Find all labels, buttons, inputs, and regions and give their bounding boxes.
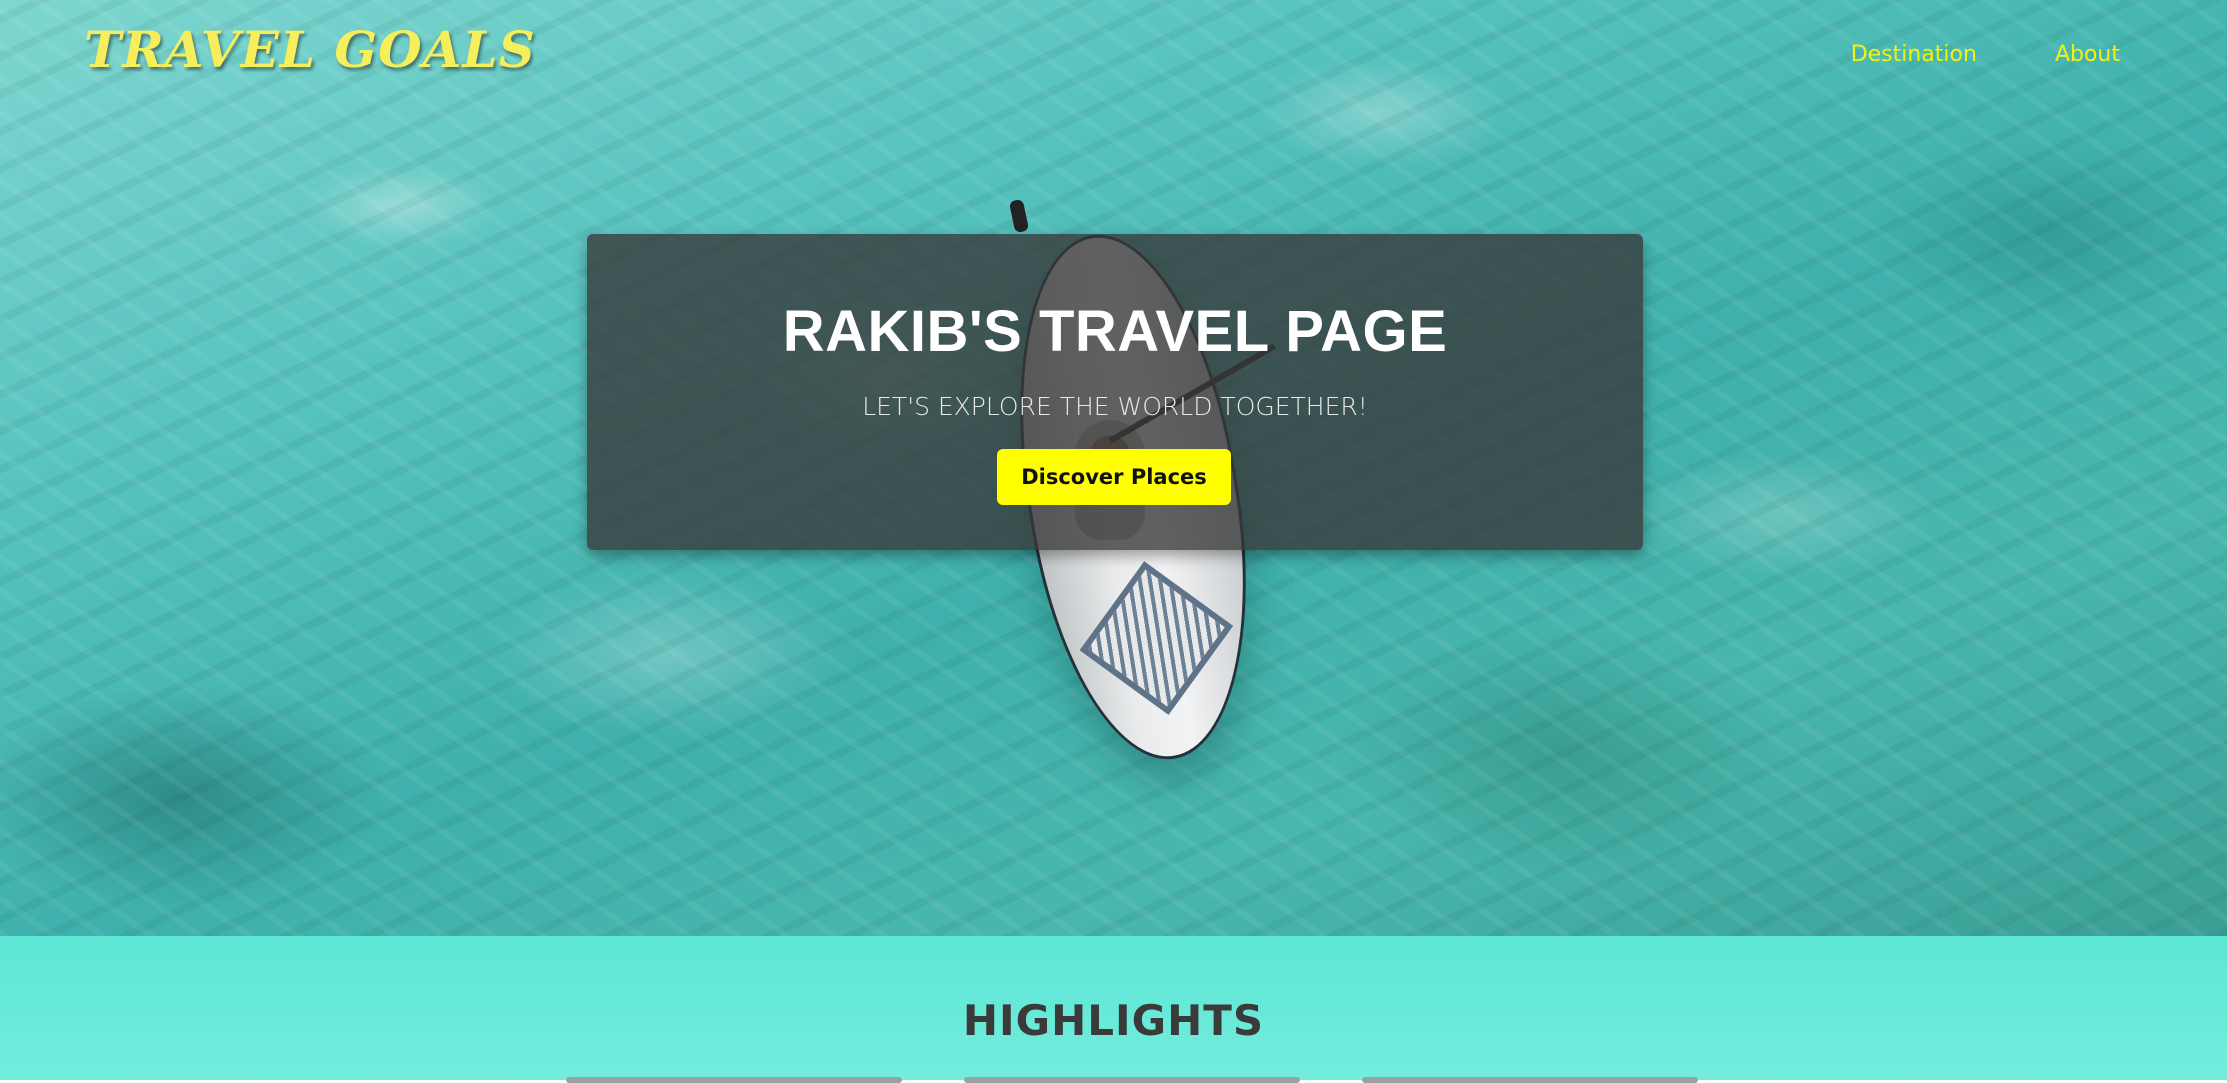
- board-logo-graphic: [1079, 561, 1234, 715]
- hero-section: TRAVEL GOALS Destination About RAKIB'S T…: [0, 0, 2227, 936]
- nav-link-about[interactable]: About: [2055, 42, 2120, 67]
- hero-subtitle: LET'S EXPLORE THE WORLD TOGETHER!: [862, 392, 1368, 421]
- nav-link-destination[interactable]: Destination: [1851, 42, 1977, 67]
- hero-title: RAKIB'S TRAVEL PAGE: [782, 299, 1448, 364]
- site-logo[interactable]: TRAVEL GOALS: [84, 20, 536, 79]
- discover-places-button[interactable]: Discover Places: [997, 449, 1231, 505]
- highlights-section: HIGHLIGHTS: [0, 936, 2227, 1080]
- hero-card: RAKIB'S TRAVEL PAGE LET'S EXPLORE THE WO…: [587, 234, 1643, 550]
- main-nav: Destination About: [1851, 42, 2120, 67]
- highlight-card-peek: [964, 1077, 1300, 1083]
- highlight-card-peek: [1362, 1077, 1698, 1083]
- highlights-heading: HIGHLIGHTS: [962, 996, 1265, 1045]
- highlight-card-peek: [566, 1077, 902, 1083]
